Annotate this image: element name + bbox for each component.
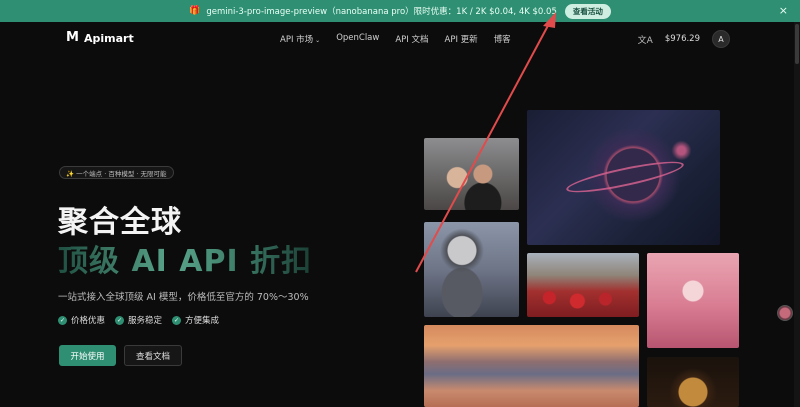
check-icon: ✓: [172, 315, 182, 325]
avatar[interactable]: A: [712, 30, 730, 48]
main-nav: API 市场 ⌄ OpenClaw API 文档 API 更新 博客: [280, 33, 511, 45]
promo-text: gemini-3-pro-image-preview（nanobanana pr…: [206, 7, 557, 17]
translate-icon[interactable]: 文A: [638, 33, 653, 46]
check-icon: ✓: [115, 315, 125, 325]
gallery-image-planet: [527, 110, 720, 245]
get-started-button[interactable]: 开始使用: [59, 345, 116, 366]
feature-item: ✓ 价格优惠: [58, 315, 106, 326]
brand-name: Apimart: [84, 31, 134, 45]
brand-logo[interactable]: M Apimart: [66, 31, 134, 45]
logo-icon: M: [66, 30, 79, 45]
hero-title-highlight: 顶级 AI API 折扣: [58, 236, 312, 280]
nav-item-api-market[interactable]: API 市场 ⌄: [280, 33, 320, 45]
gallery-image-selfie: [424, 138, 519, 210]
promo-banner: 🎁 gemini-3-pro-image-preview（nanobanana …: [0, 0, 800, 22]
check-icon: ✓: [58, 315, 67, 325]
feature-list: ✓ 价格优惠 ✓ 服务稳定 ✓ 方便集成: [58, 314, 219, 326]
gallery-image-crowd: [527, 253, 639, 317]
nav-item-blog[interactable]: 博客: [494, 33, 511, 45]
chevron-down-icon: ⌄: [315, 37, 321, 44]
floating-chat-icon[interactable]: [777, 305, 793, 321]
feature-item: ✓ 服务稳定: [115, 315, 163, 326]
hero-title: 聚合全球: [58, 205, 182, 240]
gallery-image-monkey: [647, 357, 739, 407]
nav-item-openclaw[interactable]: OpenClaw: [336, 33, 379, 45]
account-balance[interactable]: $976.29: [665, 34, 700, 44]
scrollbar[interactable]: [794, 22, 800, 407]
view-promo-button[interactable]: 查看活动: [564, 3, 611, 19]
nav-item-api-updates[interactable]: API 更新: [445, 33, 478, 45]
view-docs-button[interactable]: 查看文档: [124, 345, 182, 366]
planet-ring: [564, 155, 686, 199]
hero-badge: ✨ 一个端点 · 百种模型 · 无限可能: [59, 166, 174, 179]
header-actions: 文A $976.29 A: [638, 30, 730, 48]
scrollbar-thumb[interactable]: [795, 24, 799, 64]
hero-subtitle: 一站式接入全球顶级 AI 模型，价格低至官方的 70%～30%: [58, 292, 309, 303]
gallery-image-robot: [424, 222, 519, 317]
gallery-image-pink-scene: [647, 253, 739, 348]
gift-icon: 🎁: [189, 6, 201, 16]
feature-item: ✓ 方便集成: [172, 315, 220, 326]
nav-item-api-docs[interactable]: API 文档: [395, 33, 428, 45]
close-icon[interactable]: ×: [779, 4, 788, 17]
gallery-image-harbor: [424, 325, 639, 407]
